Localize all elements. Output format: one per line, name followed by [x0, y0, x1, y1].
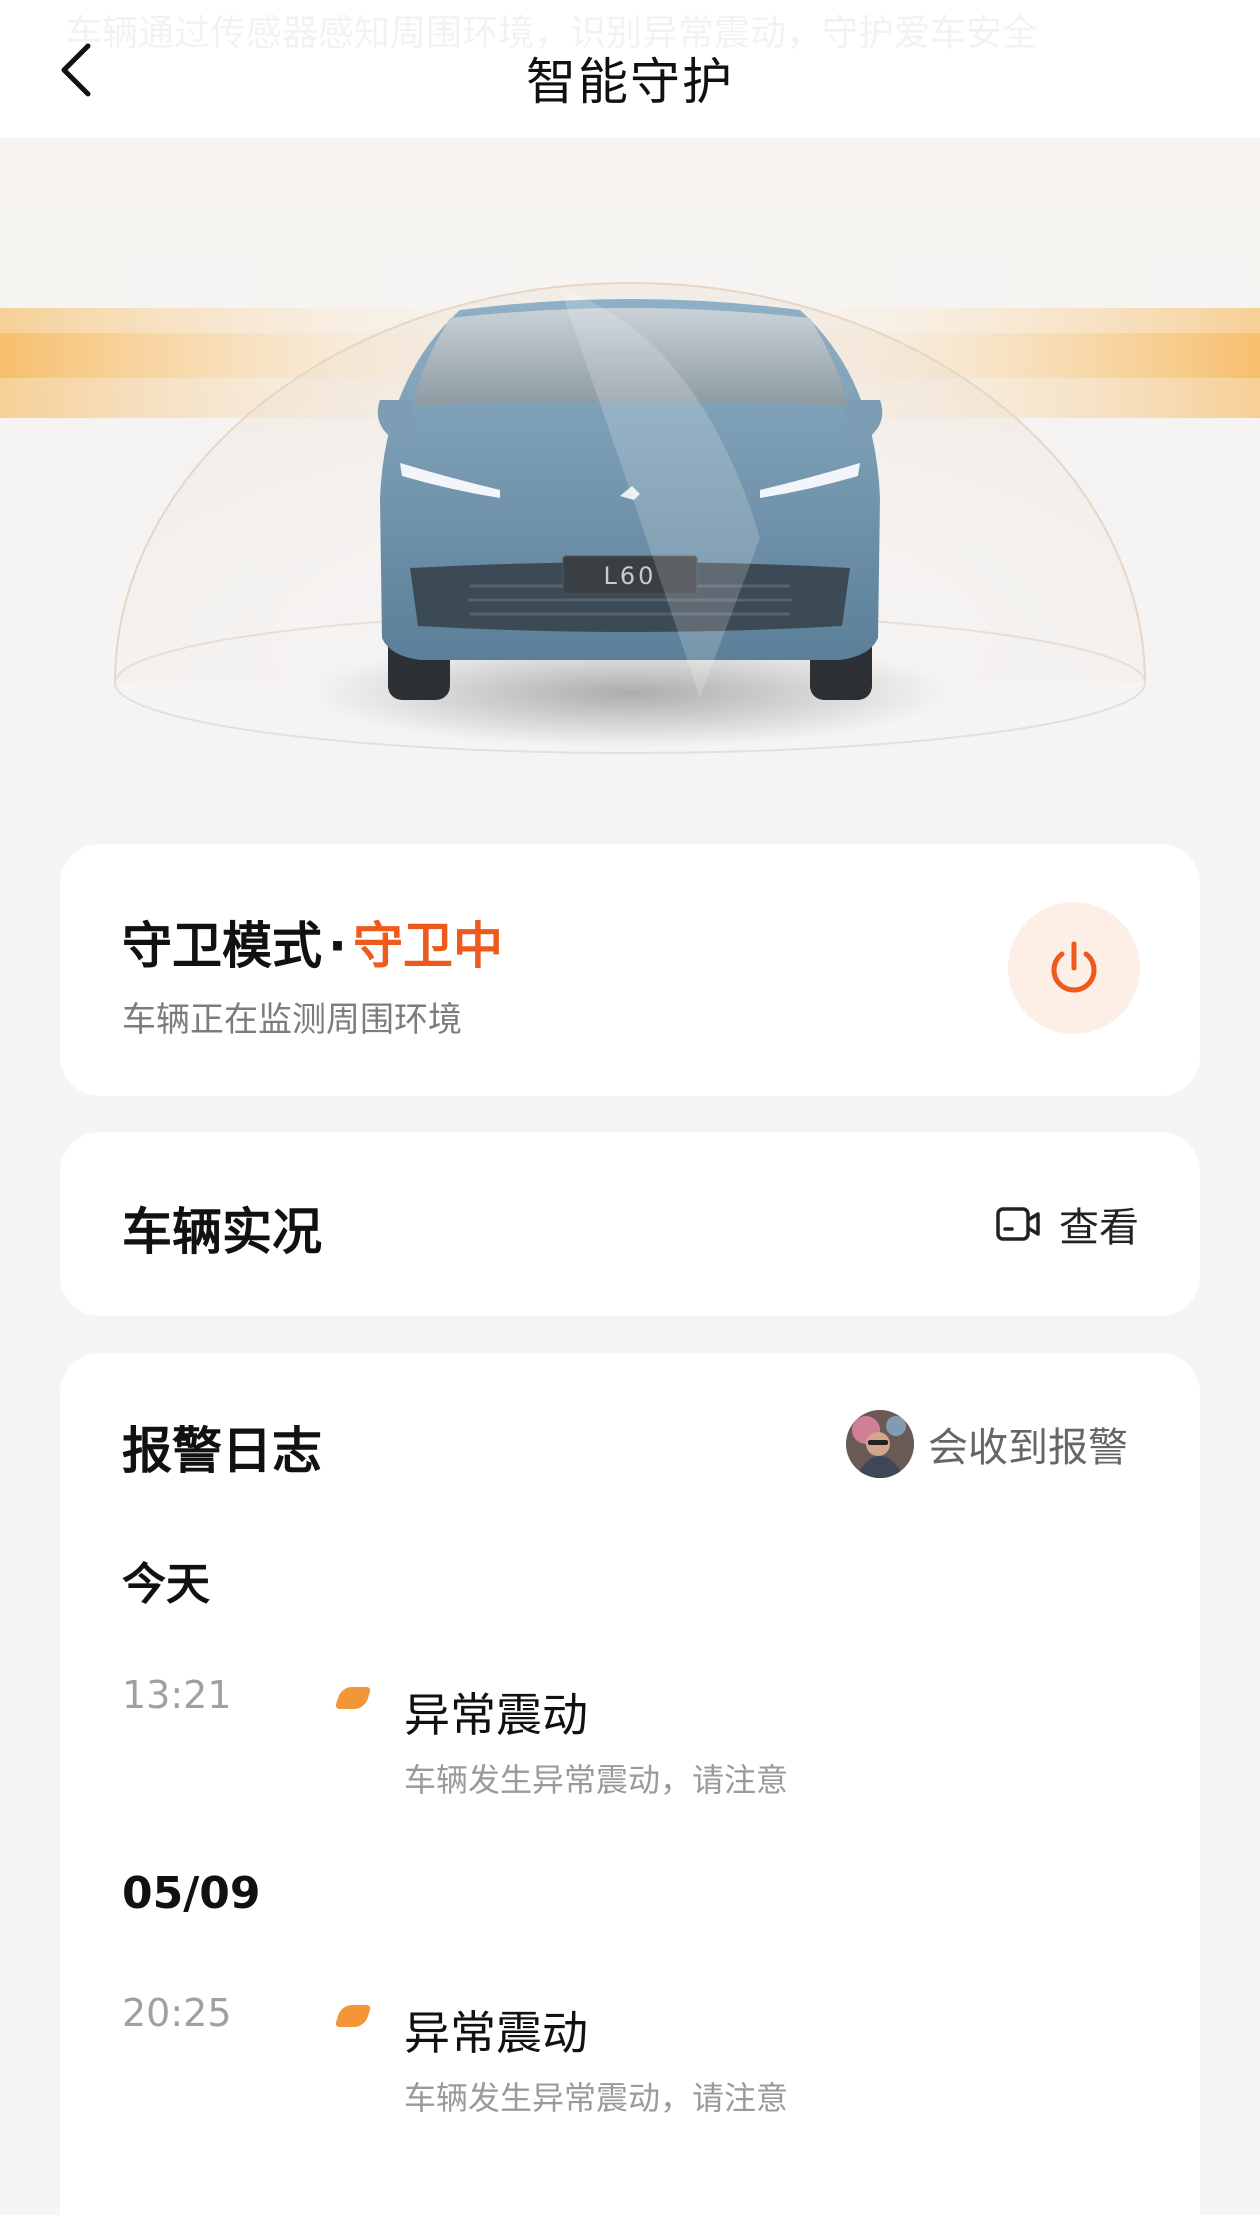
avatar-image [846, 1410, 914, 1478]
log-entry-time: 20:25 [122, 1991, 232, 2035]
license-plate: L60 [604, 562, 657, 590]
log-date-today: 今天 [122, 1559, 210, 1610]
log-date-0509: 05/09 [122, 1868, 261, 1919]
power-icon [1051, 941, 1097, 993]
guard-mode-card: 守卫模式 · 守卫中 车辆正在监测周围环境 [60, 844, 1200, 1096]
car-shield-hero: L60 [0, 138, 1260, 843]
log-entry[interactable]: 13:21 异常震动 车辆发生异常震动，请注意 [122, 1673, 1122, 1803]
page-title: 智能守护 [526, 53, 734, 111]
view-live-label: 查看 [1059, 1205, 1139, 1251]
vehicle-live-card[interactable]: 车辆实况 查看 [60, 1132, 1200, 1316]
title-separator: · [328, 917, 347, 975]
log-entry[interactable]: 20:25 异常震动 车辆发生异常震动，请注意 [122, 1991, 1122, 2121]
guard-mode-label: 守卫模式 [122, 917, 322, 975]
log-marker-icon [334, 1687, 372, 1709]
top-bar: 车辆通过传感器感知周围环境，识别异常震动，守护爱车安全 智能守护 [0, 0, 1260, 138]
receive-alarm-label: 会收到报警 [928, 1425, 1128, 1471]
log-entry-title: 异常震动 [404, 2006, 588, 2060]
smart-guard-page: 车辆通过传感器感知周围环境，识别异常震动，守护爱车安全 智能守护 L60 守卫模… [0, 0, 1260, 2215]
alarm-log-title: 报警日志 [122, 1422, 322, 1480]
log-entry-title: 异常震动 [404, 1688, 588, 1742]
guard-mode-subtitle: 车辆正在监测周围环境 [122, 1000, 462, 1040]
guard-status: 守卫中 [353, 917, 503, 975]
alarm-log-card: 报警日志 会收到报警 今天 13:21 异常震动 车辆发生异常震动，请注意 05… [60, 1353, 1200, 2215]
video-camera-icon [996, 1207, 1040, 1241]
vehicle-live-title: 车辆实况 [122, 1203, 322, 1261]
log-entry-desc: 车辆发生异常震动，请注意 [404, 1761, 789, 1799]
guard-power-button[interactable] [1008, 902, 1140, 1034]
log-entry-desc: 车辆发生异常震动，请注意 [404, 2079, 789, 2117]
car-illustration: L60 [0, 282, 1260, 754]
alarm-recipient[interactable]: 会收到报警 [846, 1409, 1128, 1479]
log-marker-icon [334, 2005, 372, 2027]
log-entry-time: 13:21 [122, 1673, 232, 1717]
avatar[interactable] [846, 1410, 914, 1478]
view-live-button[interactable]: 查看 [995, 1196, 1139, 1252]
guard-mode-title: 守卫模式 · 守卫中 [122, 906, 503, 978]
